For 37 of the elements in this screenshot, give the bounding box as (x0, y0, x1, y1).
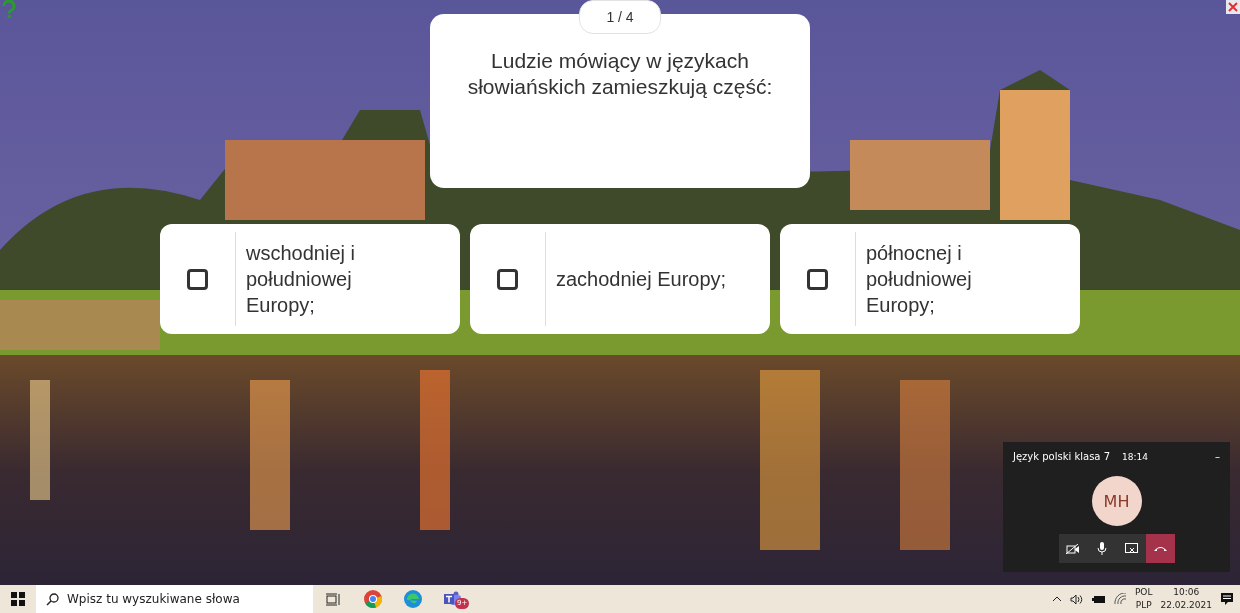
answer-option[interactable]: północnej i południowej Europy; (780, 224, 1080, 334)
wifi-icon[interactable] (1113, 593, 1127, 605)
screen-icon (1124, 543, 1138, 554)
language-indicator[interactable]: POL PLP (1134, 586, 1153, 612)
notifications-icon[interactable] (1220, 592, 1234, 606)
clock-date: 22.02.2021 (1160, 599, 1212, 612)
windows-icon (11, 592, 25, 606)
hang-up-button[interactable] (1145, 534, 1175, 563)
edge-icon (404, 590, 422, 608)
close-icon[interactable] (1226, 0, 1240, 14)
search-field[interactable]: Wpisz tu wyszukiwane słowa (36, 585, 313, 613)
chevron-up-icon[interactable] (1051, 596, 1062, 602)
checkbox[interactable] (497, 268, 518, 290)
camera-off-icon (1066, 543, 1080, 554)
question-counter: 1 / 4 (579, 0, 661, 34)
checkbox[interactable] (807, 268, 828, 290)
answer-option[interactable]: wschodniej i południowej Europy; (160, 224, 460, 334)
question-text: Ludzie mówiący w językach słowiańskich zamieszkują część: (466, 48, 774, 100)
answer-text: północnej i południowej Europy; (865, 241, 973, 318)
answer-text: wschodniej i południowej Europy; (245, 241, 356, 318)
keyboard-layout: PLP (1135, 599, 1152, 612)
battery-icon[interactable] (1091, 594, 1106, 604)
phone-icon (1153, 545, 1167, 552)
speaker-icon[interactable] (1069, 593, 1084, 605)
checkbox[interactable] (187, 268, 208, 290)
microphone-icon (1097, 542, 1107, 555)
chrome-icon (364, 590, 382, 608)
answer-text: zachodniej Europy; (555, 267, 728, 292)
clock-time: 10:06 (1173, 586, 1200, 599)
call-duration: 18:14 (1122, 451, 1149, 462)
user-avatar: MH (1091, 476, 1142, 526)
call-title: Język polski klasa 7 (1013, 451, 1111, 462)
answer-option[interactable]: zachodniej Europy; (470, 224, 770, 334)
minimize-button[interactable]: – (1215, 451, 1220, 462)
task-view-icon (325, 592, 341, 606)
language-code: POL (1134, 586, 1153, 599)
clock[interactable]: 10:06 22.02.2021 (1160, 586, 1212, 612)
